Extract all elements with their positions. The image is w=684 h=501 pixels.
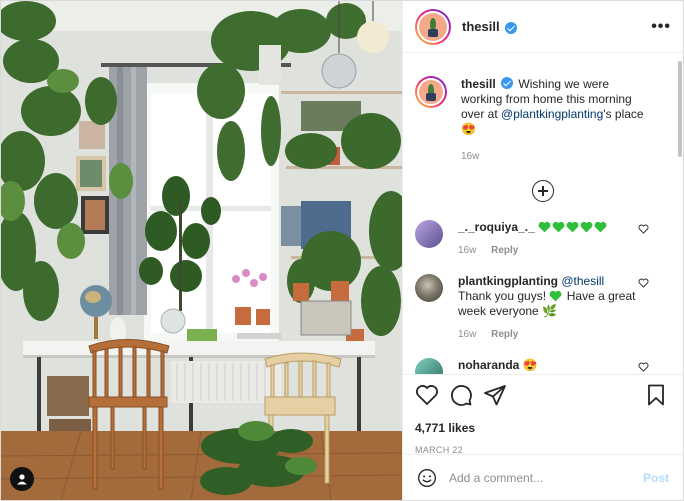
commenter-avatar[interactable]: [415, 358, 443, 374]
green-heart-icon: [580, 221, 593, 233]
post-actions: 4,771 likes MARCH 22: [403, 374, 683, 455]
heart-eyes-emoji: 😍: [522, 358, 538, 372]
share-paper-plane-icon[interactable]: [483, 383, 507, 407]
green-heart-icon: [550, 290, 562, 302]
post-header: thesill •••: [403, 1, 683, 53]
post-photo[interactable]: [1, 1, 402, 500]
verified-badge-icon: [501, 77, 514, 89]
comment-item: _._roquiya_._ 16w Reply: [415, 220, 671, 258]
tagged-user-icon[interactable]: [10, 467, 34, 491]
green-heart-icon: [538, 221, 551, 233]
comments-list[interactable]: thesill Wishing we were working from hom…: [403, 54, 683, 374]
author-avatar[interactable]: [415, 8, 451, 45]
comment-text: Thank you guys!: [458, 289, 547, 303]
load-more-comments-icon[interactable]: [532, 180, 554, 202]
like-comment-heart-icon[interactable]: [638, 362, 649, 372]
commenter-avatar[interactable]: [415, 220, 443, 248]
green-heart-icon: [594, 221, 607, 233]
caption-author-avatar[interactable]: [415, 76, 447, 108]
caption-timestamp[interactable]: 16w: [461, 151, 479, 162]
emoji-smiley-icon[interactable]: [417, 468, 437, 488]
green-heart-icon: [566, 221, 579, 233]
add-comment-bar: Post: [403, 454, 683, 500]
comment-timestamp[interactable]: 16w: [458, 245, 476, 256]
herb-emoji: 🌿: [542, 304, 558, 318]
heart-eyes-emoji: 😍: [461, 122, 476, 136]
comment-mention-link[interactable]: @thesill: [561, 274, 604, 288]
author-username[interactable]: thesill: [462, 19, 500, 34]
like-comment-heart-icon[interactable]: [638, 278, 649, 288]
like-comment-heart-icon[interactable]: [638, 224, 649, 234]
like-heart-icon[interactable]: [415, 383, 439, 407]
post-side-panel: thesill ••• thesill Wishing we were work…: [402, 1, 683, 500]
commenter-username[interactable]: plantkingplanting: [458, 274, 558, 288]
plant-room-image: [1, 1, 402, 500]
green-heart-icon: [552, 221, 565, 233]
reply-button[interactable]: Reply: [491, 245, 518, 256]
add-comment-input[interactable]: [449, 470, 643, 485]
comments-scrollbar[interactable]: [678, 61, 682, 157]
caption-username[interactable]: thesill: [461, 77, 496, 91]
instagram-post-modal: thesill ••• thesill Wishing we were work…: [0, 0, 684, 501]
comment-bubble-icon[interactable]: [449, 383, 473, 407]
caption-mention-link[interactable]: @plantkingplanting: [501, 107, 603, 121]
green-hearts: [538, 220, 608, 234]
caption-text-tail: 's place: [603, 107, 644, 121]
commenter-username[interactable]: noharanda: [458, 358, 519, 372]
more-options-icon[interactable]: •••: [651, 18, 671, 36]
comment-item: noharanda 😍: [415, 358, 671, 374]
comment-item: plantkingplanting @thesill Thank you guy…: [415, 274, 671, 342]
commenter-avatar[interactable]: [415, 274, 443, 302]
load-more-comments: [415, 180, 671, 202]
commenter-username[interactable]: _._roquiya_._: [458, 220, 535, 234]
verified-badge-icon: [504, 21, 517, 34]
post-comment-button[interactable]: Post: [643, 471, 669, 485]
save-bookmark-icon[interactable]: [644, 383, 668, 407]
likes-count[interactable]: 4,771 likes: [415, 421, 671, 435]
reply-button[interactable]: Reply: [491, 329, 518, 340]
comment-timestamp[interactable]: 16w: [458, 329, 476, 340]
post-caption: thesill Wishing we were working from hom…: [415, 54, 671, 164]
